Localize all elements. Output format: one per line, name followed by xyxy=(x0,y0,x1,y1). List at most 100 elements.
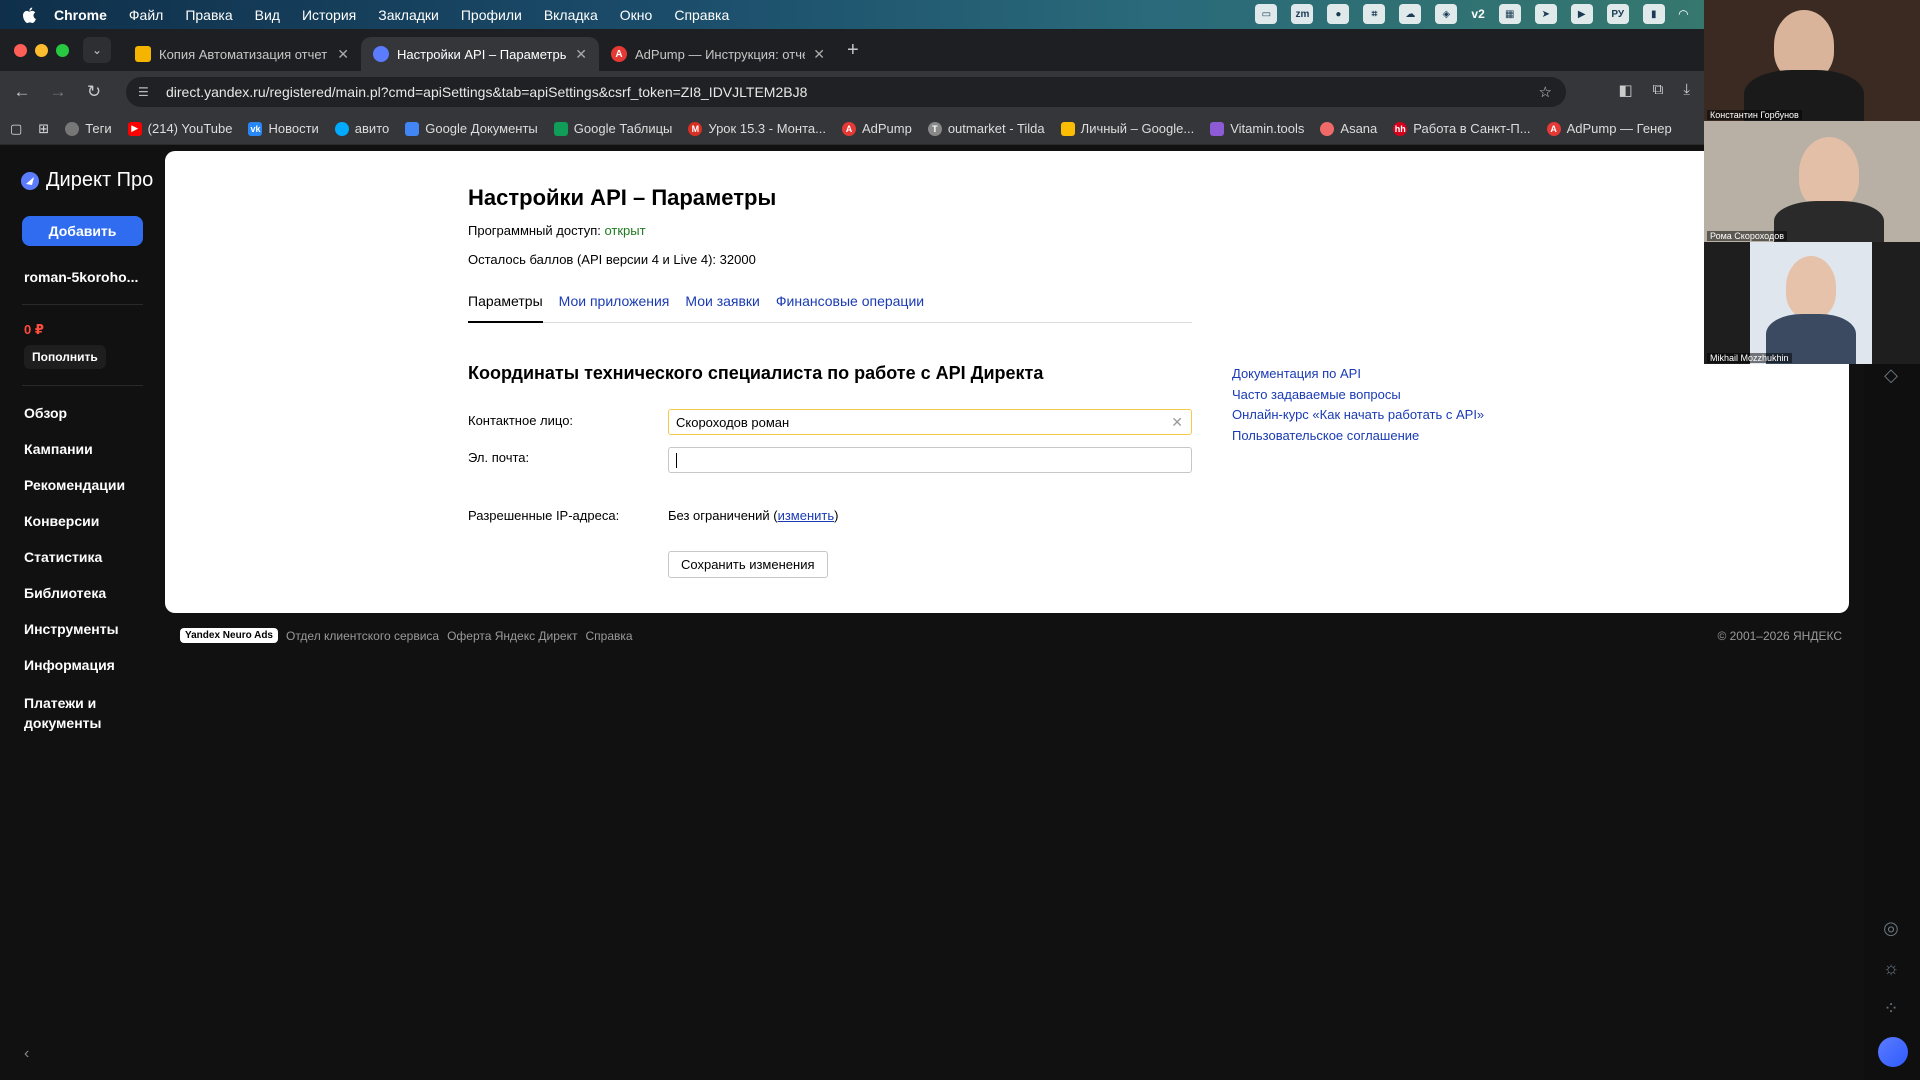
bookmark-item[interactable]: hh Работа в Санкт-П... xyxy=(1393,121,1531,136)
bookmark-item[interactable]: A AdPump — Генер xyxy=(1546,121,1672,136)
theme-sun-icon[interactable]: ☼ xyxy=(1880,958,1902,979)
bookmark-item[interactable]: M Урок 15.3 - Монта... xyxy=(688,121,826,136)
sidebar-item-information[interactable]: Информация xyxy=(24,657,154,693)
account-name[interactable]: roman-5koroho... xyxy=(24,269,138,285)
close-tab-icon[interactable]: ✕ xyxy=(337,46,349,63)
topup-button[interactable]: Пополнить xyxy=(24,345,106,369)
extension-icon[interactable]: ◧ xyxy=(1618,81,1632,99)
apps-icon[interactable]: ⁘ xyxy=(1880,998,1902,1019)
email-field[interactable] xyxy=(668,447,1192,473)
shield-icon[interactable]: ◈ xyxy=(1435,4,1458,24)
bookmark-item[interactable]: авито xyxy=(334,121,389,136)
tab-financial-operations[interactable]: Финансовые операции xyxy=(776,293,924,323)
forward-icon[interactable]: → xyxy=(44,82,72,102)
collapse-sidebar-icon[interactable]: ‹ xyxy=(24,1045,29,1063)
bookmark-item[interactable]: Теги xyxy=(65,121,112,136)
minimize-window-icon[interactable] xyxy=(35,43,48,57)
tab-search-button[interactable]: ⌄ xyxy=(83,37,111,63)
globe-icon[interactable]: ◎ xyxy=(1880,918,1902,939)
download-icon[interactable]: ⤓ xyxy=(1683,81,1690,99)
close-tab-icon[interactable]: ✕ xyxy=(813,46,825,63)
neuro-ads-badge[interactable]: Yandex Neuro Ads xyxy=(180,628,278,643)
sidebar-item-campaigns[interactable]: Кампании xyxy=(24,441,154,477)
battery-icon[interactable]: ▮ xyxy=(1642,4,1665,24)
bookmark-item[interactable]: Asana xyxy=(1320,121,1377,136)
menu-file[interactable]: Файл xyxy=(129,7,163,23)
contact-field[interactable]: Скороходов роман ✕ xyxy=(668,409,1192,435)
apps-grid-icon[interactable]: ⊞ xyxy=(38,121,49,137)
online-course-link[interactable]: Онлайн-курс «Как начать работать с API» xyxy=(1232,407,1484,428)
bookmark-item[interactable]: Google Таблицы xyxy=(553,121,672,136)
bookmark-item[interactable]: Личный – Google... xyxy=(1060,121,1194,136)
address-bar[interactable]: ☰ direct.yandex.ru/registered/main.pl?cm… xyxy=(126,77,1566,107)
tilda-icon: T xyxy=(927,121,942,136)
zoom-icon[interactable]: zm xyxy=(1291,4,1314,24)
bookmark-label: outmarket - Tilda xyxy=(947,121,1045,136)
tab-parameters[interactable]: Параметры xyxy=(468,293,543,323)
sidebar-item-overview[interactable]: Обзор xyxy=(24,405,154,441)
diamond-icon[interactable]: ◇ xyxy=(1880,365,1902,386)
tab-my-requests[interactable]: Мои заявки xyxy=(685,293,759,323)
bookmark-label: Vitamin.tools xyxy=(1230,121,1305,136)
play-icon[interactable]: ▶ xyxy=(1570,4,1593,24)
footer-link[interactable]: Отдел клиентского сервиса xyxy=(286,629,439,643)
bookmark-item[interactable]: Vitamin.tools xyxy=(1210,121,1304,136)
menu-profiles[interactable]: Профили xyxy=(461,7,522,23)
all-bookmarks-icon[interactable]: ▢ xyxy=(10,121,22,137)
new-tab-icon[interactable]: + xyxy=(847,39,859,62)
extensions-puzzle-icon[interactable]: ⧉ xyxy=(1653,81,1664,99)
menu-tab[interactable]: Вкладка xyxy=(544,7,598,23)
faq-link[interactable]: Часто задаваемые вопросы xyxy=(1232,387,1484,408)
footer-link[interactable]: Оферта Яндекс Директ xyxy=(447,629,577,643)
bookmark-star-icon[interactable]: ☆ xyxy=(1539,83,1552,101)
site-info-icon[interactable]: ☰ xyxy=(138,85,154,99)
close-tab-icon[interactable]: ✕ xyxy=(575,46,587,63)
wifi-icon[interactable]: ◠ xyxy=(1679,4,1688,24)
direct-logo[interactable]: Директ Про xyxy=(20,169,153,192)
menu-bookmarks[interactable]: Закладки xyxy=(378,7,439,23)
menu-view[interactable]: Вид xyxy=(255,7,280,23)
sidebar-item-statistics[interactable]: Статистика xyxy=(24,549,154,585)
bookmark-item[interactable]: A AdPump xyxy=(841,121,912,136)
clear-input-icon[interactable]: ✕ xyxy=(1171,414,1183,431)
browser-tab[interactable]: Копия Автоматизация отчет ✕ xyxy=(123,37,361,71)
menu-history[interactable]: История xyxy=(302,7,356,23)
save-changes-button[interactable]: Сохранить изменения xyxy=(668,551,828,578)
crop-icon[interactable]: ⌗ xyxy=(1363,4,1386,24)
tab-my-apps[interactable]: Мои приложения xyxy=(559,293,670,323)
menu-window[interactable]: Окно xyxy=(620,7,653,23)
sidebar-item-payments[interactable]: Платежи и документы xyxy=(24,693,154,741)
telegram-icon[interactable]: ➤ xyxy=(1534,4,1557,24)
bookmark-item[interactable]: Toutmarket - Tilda xyxy=(927,121,1045,136)
assistant-icon[interactable] xyxy=(1878,1037,1908,1067)
sidebar-item-library[interactable]: Библиотека xyxy=(24,585,154,621)
change-ip-link[interactable]: изменить xyxy=(778,508,835,523)
add-button[interactable]: Добавить xyxy=(22,216,143,246)
cloud-icon[interactable]: ☁ xyxy=(1399,4,1422,24)
chat-icon[interactable]: ● xyxy=(1327,4,1350,24)
browser-tab[interactable]: A AdPump — Инструкция: отче ✕ xyxy=(599,37,837,71)
api-docs-link[interactable]: Документация по API xyxy=(1232,366,1484,387)
bookmark-item[interactable]: vk Новости xyxy=(248,121,319,136)
bookmark-item[interactable]: Google Документы xyxy=(405,121,538,136)
sidebar-item-conversions[interactable]: Конверсии xyxy=(24,513,154,549)
menu-edit[interactable]: Правка xyxy=(185,7,232,23)
api-settings-card: Настройки API – Параметры Программный до… xyxy=(165,151,1849,613)
maximize-window-icon[interactable] xyxy=(56,43,69,57)
keyboard-icon[interactable]: ▦ xyxy=(1498,4,1521,24)
vpn-status-text[interactable]: v2 xyxy=(1471,4,1484,24)
menu-app-name[interactable]: Chrome xyxy=(54,7,107,23)
menu-help[interactable]: Справка xyxy=(674,7,729,23)
language-icon[interactable]: РУ xyxy=(1606,4,1629,24)
footer-link[interactable]: Справка xyxy=(585,629,632,643)
bookmark-item[interactable]: ▶ (214) YouTube xyxy=(127,121,232,136)
back-icon[interactable]: ← xyxy=(8,82,36,102)
user-agreement-link[interactable]: Пользовательское соглашение xyxy=(1232,428,1484,449)
close-window-icon[interactable] xyxy=(14,43,27,57)
browser-tab-active[interactable]: Настройки API – Параметры ✕ xyxy=(361,37,599,71)
reload-icon[interactable]: ↻ xyxy=(80,82,108,102)
apple-icon[interactable] xyxy=(20,6,38,24)
sidebar-item-recommendations[interactable]: Рекомендации xyxy=(24,477,154,513)
screen-share-icon[interactable]: ▭ xyxy=(1255,4,1278,24)
sidebar-item-tools[interactable]: Инструменты xyxy=(24,621,154,657)
